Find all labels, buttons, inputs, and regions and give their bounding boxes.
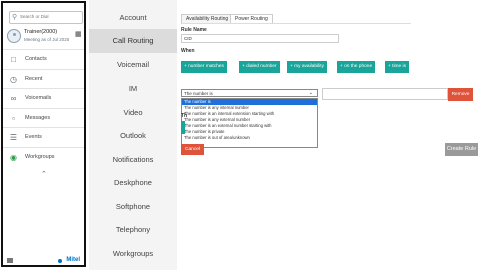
user-status[interactable]: Meeting as of Jul 2025 bbox=[24, 37, 69, 42]
user-profile[interactable]: Trainer(2000) Meeting as of Jul 2025 ▦ bbox=[7, 28, 85, 45]
sidebar-item-messages[interactable]: ▫ Messages bbox=[3, 107, 84, 128]
search-icon: ⚲ bbox=[12, 14, 18, 21]
sidebar-nav: □ Contacts ◷ Recent ∞ Voicemails ▫ Messa… bbox=[3, 49, 84, 166]
condition-select[interactable]: The number is ⌄ bbox=[181, 89, 318, 97]
messages-icon: ▫ bbox=[12, 113, 15, 123]
sidebar-item-label: Recent bbox=[25, 75, 43, 82]
contacts-icon: □ bbox=[11, 55, 16, 64]
sidebar-item-label: Events bbox=[25, 134, 42, 140]
app-window: ⚲ Trainer(2000) Meeting as of Jul 2025 ▦… bbox=[0, 0, 480, 270]
sidebar-item-events[interactable]: ☰ Events bbox=[3, 127, 84, 147]
settings-item-video[interactable]: Video bbox=[89, 101, 177, 125]
search-box[interactable]: ⚲ bbox=[9, 11, 83, 24]
avatar[interactable] bbox=[7, 29, 21, 43]
sidebar-item-label: Voicemails bbox=[25, 95, 52, 101]
sidebar-item-voicemails[interactable]: ∞ Voicemails bbox=[3, 88, 84, 108]
brand-icon bbox=[58, 259, 62, 263]
condition-time-is-button[interactable]: + time is bbox=[385, 61, 409, 73]
settings-menu: Account Call Routing Voicemail IM Video … bbox=[89, 0, 177, 270]
search-input[interactable] bbox=[20, 12, 80, 21]
settings-item-telephony[interactable]: Telephony bbox=[89, 218, 177, 242]
sidebar-footer: Mitel bbox=[3, 256, 84, 265]
voicemail-icon: ∞ bbox=[10, 94, 17, 103]
remove-condition-button[interactable]: Remove bbox=[448, 88, 473, 101]
settings-item-voicemail[interactable]: Voicemail bbox=[89, 53, 177, 77]
rule-name-field[interactable]: CID bbox=[181, 34, 339, 43]
settings-item-outlook[interactable]: Outlook bbox=[89, 124, 177, 148]
condition-number-matches-button[interactable]: + number matches bbox=[181, 61, 227, 73]
user-name: Trainer(2000) bbox=[24, 29, 58, 35]
rule-name-label: Rule Name bbox=[181, 27, 207, 33]
action-button[interactable] bbox=[181, 121, 185, 134]
app-sidebar: ⚲ Trainer(2000) Meeting as of Jul 2025 ▦… bbox=[1, 1, 86, 267]
settings-item-softphone[interactable]: Softphone bbox=[89, 195, 177, 219]
call-routing-panel: Availability Routing Power Routing Rule … bbox=[177, 0, 480, 270]
brand-logo: Mitel bbox=[66, 257, 80, 263]
settings-item-workgroups[interactable]: Workgroups bbox=[89, 242, 177, 266]
sidebar-item-recent[interactable]: ◷ Recent bbox=[3, 68, 84, 89]
dialpad-icon[interactable]: ▦ bbox=[75, 31, 83, 39]
recent-icon: ◷ bbox=[10, 74, 17, 84]
tab-divider bbox=[181, 23, 411, 24]
when-label: When bbox=[181, 48, 195, 54]
condition-on-the-phone-button[interactable]: + on the phone bbox=[337, 61, 376, 73]
condition-dropdown: The number is The number is any internal… bbox=[181, 98, 318, 148]
sidebar-item-workgroups[interactable]: ◉ Workgroups bbox=[3, 146, 84, 167]
dropdown-option[interactable]: The number is out of area/unknown bbox=[182, 135, 317, 141]
sidebar-item-label: Workgroups bbox=[25, 153, 55, 160]
condition-dialed-number-button[interactable]: + dialed number bbox=[239, 61, 280, 73]
chevron-down-icon: ⌄ bbox=[308, 90, 313, 96]
create-rule-button[interactable]: Create Rule bbox=[445, 143, 478, 156]
condition-my-availability-button[interactable]: + my availability bbox=[287, 61, 327, 73]
settings-item-call-routing[interactable]: Call Routing bbox=[89, 29, 177, 53]
condition-value-input[interactable] bbox=[322, 88, 448, 100]
workgroups-icon: ◉ bbox=[10, 152, 17, 162]
events-icon: ☰ bbox=[9, 133, 18, 142]
settings-item-notifications[interactable]: Notifications bbox=[89, 148, 177, 172]
cancel-button[interactable]: Cancel bbox=[181, 144, 204, 155]
settings-item-deskphone[interactable]: Deskphone bbox=[89, 171, 177, 195]
status-icon[interactable] bbox=[7, 258, 13, 263]
chevron-up-icon[interactable]: ⌃ bbox=[41, 170, 47, 178]
then-label: Th bbox=[181, 113, 188, 119]
settings-item-account[interactable]: Account bbox=[89, 6, 177, 30]
sidebar-item-label: Contacts bbox=[25, 56, 47, 62]
sidebar-item-contacts[interactable]: □ Contacts bbox=[3, 49, 84, 69]
condition-select-value: The number is bbox=[184, 91, 213, 96]
sidebar-item-label: Messages bbox=[25, 114, 51, 121]
settings-item-im[interactable]: IM bbox=[89, 77, 177, 101]
